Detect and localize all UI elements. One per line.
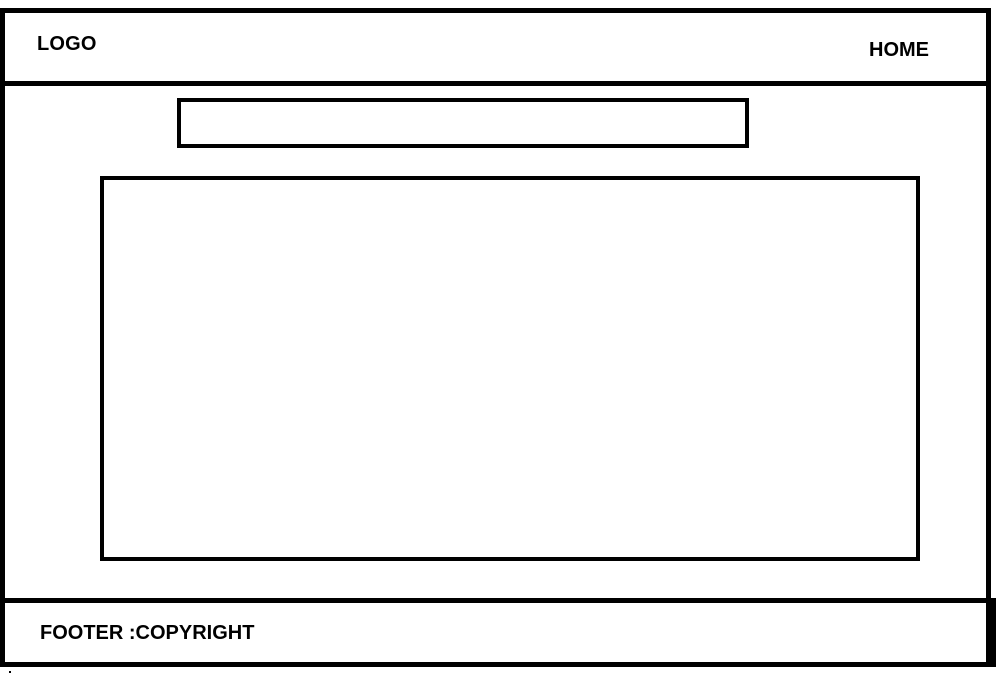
logo[interactable]: LOGO (37, 33, 97, 56)
stray-dot (9, 671, 11, 673)
header (0, 8, 991, 86)
main-content-area (100, 176, 920, 561)
search-input[interactable] (177, 98, 749, 148)
home-link[interactable]: HOME (869, 39, 929, 62)
footer-copyright: FOOTER :COPYRIGHT (40, 622, 255, 644)
